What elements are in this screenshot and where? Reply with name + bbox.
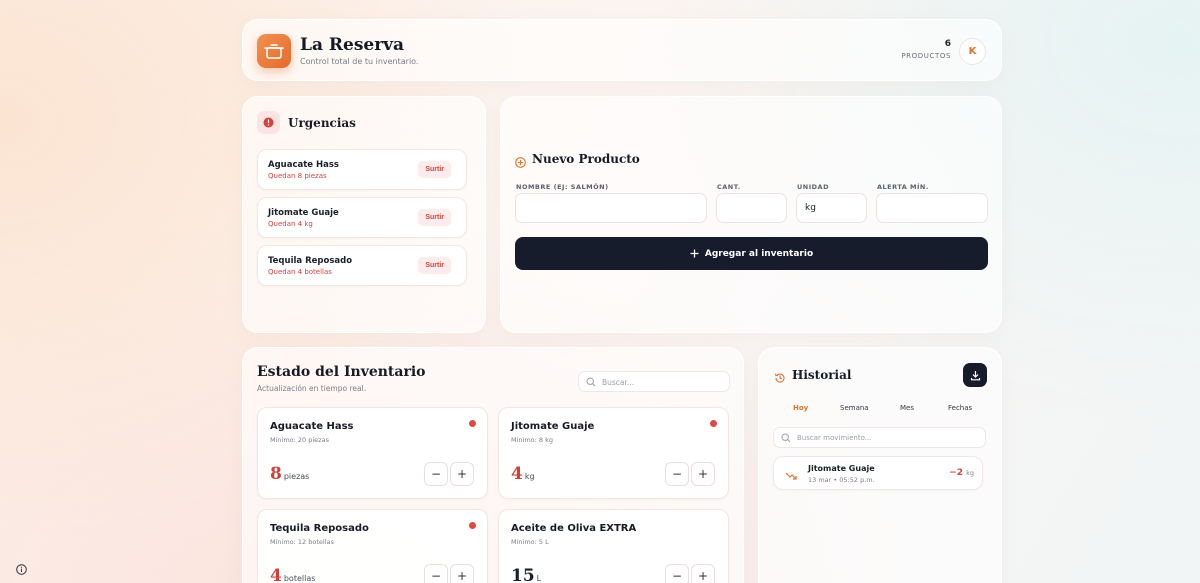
download-button[interactable] — [963, 363, 987, 387]
search-placeholder: Buscar... — [602, 378, 635, 387]
product-qty: 8 piezas — [270, 464, 310, 484]
historial-title: Historial — [792, 368, 852, 382]
urgencias-panel: Urgencias Aguacate Hass Quedan 8 piezas … — [242, 96, 486, 333]
historial-panel: Historial Hoy Semana Mes Fechas Buscar m… — [758, 347, 1002, 583]
user-avatar[interactable]: K — [959, 38, 986, 65]
urgencia-qty: Quedan 4 botellas — [268, 268, 332, 276]
inventory-search-input[interactable]: Buscar... — [578, 371, 730, 392]
urgencia-qty: Quedan 8 piezas — [268, 172, 327, 180]
urgencia-name: Jitomate Guaje — [268, 208, 339, 218]
product-min: Mínimo: 8 kg — [511, 436, 553, 444]
low-stock-indicator — [710, 420, 717, 427]
product-min: Mínimo: 12 botellas — [270, 538, 334, 546]
decrement-button[interactable]: − — [665, 564, 689, 583]
product-count: 6 — [944, 39, 951, 49]
urgencia-item: Aguacate Hass Quedan 8 piezas Surtir — [257, 149, 467, 190]
movement-name: Jitomate Guaje — [808, 464, 875, 473]
app-subtitle: Control total de tu inventario. — [300, 57, 419, 66]
search-icon — [781, 433, 791, 443]
qty-input[interactable] — [716, 193, 787, 223]
qty-label: CANT. — [717, 183, 741, 191]
urgencia-item: Jitomate Guaje Quedan 4 kg Surtir — [257, 197, 467, 238]
unit-input[interactable] — [796, 193, 867, 223]
product-min: Mínimo: 5 L — [511, 538, 549, 546]
history-search-input[interactable]: Buscar movimiento... — [773, 427, 986, 448]
product-name: Aguacate Hass — [270, 421, 354, 432]
product-qty: 4 botellas — [270, 566, 316, 583]
increment-button[interactable]: + — [691, 564, 715, 583]
urgencia-qty: Quedan 4 kg — [268, 220, 313, 228]
plus-icon — [690, 249, 699, 258]
surtir-button[interactable]: Surtir — [418, 257, 451, 274]
tab-fechas[interactable]: Fechas — [948, 404, 972, 412]
plus-circle-icon — [515, 153, 526, 172]
name-input[interactable] — [515, 193, 707, 223]
product-card: Jitomate Guaje Mínimo: 8 kg 4 kg − + — [498, 407, 729, 499]
product-card: Aceite de Oliva EXTRA Mínimo: 5 L 15 L − … — [498, 509, 729, 583]
urgencia-name: Aguacate Hass — [268, 160, 339, 170]
increment-button[interactable]: + — [691, 462, 715, 486]
product-card: Aguacate Hass Mínimo: 20 piezas 8 piezas … — [257, 407, 488, 499]
surtir-button[interactable]: Surtir — [418, 161, 451, 178]
unit-label: UNIDAD — [797, 183, 829, 191]
add-button-label: Agregar al inventario — [704, 248, 814, 259]
product-qty: 15 L — [511, 566, 542, 583]
movement-time: 13 mar • 05:52 p.m. — [808, 476, 875, 484]
inventario-subtitle: Actualización en tiempo real. — [257, 384, 367, 393]
movement-value: −2 kg — [949, 468, 974, 478]
urgencia-item: Tequila Reposado Quedan 4 botellas Surti… — [257, 245, 467, 286]
alert-label: ALERTA MÍN. — [877, 183, 929, 191]
alert-input[interactable] — [876, 193, 988, 223]
product-qty: 4 kg — [511, 464, 535, 484]
product-name: Tequila Reposado — [270, 523, 369, 534]
decrement-button[interactable]: − — [424, 462, 448, 486]
urgencias-title: Urgencias — [288, 116, 356, 130]
history-icon — [774, 369, 786, 388]
info-icon[interactable] — [16, 560, 27, 579]
product-min: Mínimo: 20 piezas — [270, 436, 329, 444]
app-header: La Reserva Control total de tu inventari… — [242, 19, 1002, 81]
increment-button[interactable]: + — [450, 462, 474, 486]
search-placeholder: Buscar movimiento... — [797, 434, 872, 442]
download-icon — [970, 370, 980, 380]
inventario-panel: Estado del Inventario Actualización en t… — [242, 347, 744, 583]
name-label: NOMBRE (EJ: SALMÓN) — [516, 183, 609, 191]
product-name: Jitomate Guaje — [511, 421, 595, 432]
urgencia-name: Tequila Reposado — [268, 256, 353, 266]
add-to-inventory-button[interactable]: Agregar al inventario — [515, 237, 988, 270]
nuevo-producto-title: Nuevo Producto — [532, 152, 640, 166]
product-card: Tequila Reposado Mínimo: 12 botellas 4 bo… — [257, 509, 488, 583]
movement-item: Jitomate Guaje 13 mar • 05:52 p.m. −2 kg — [773, 456, 983, 490]
trend-down-icon — [785, 467, 797, 486]
decrement-button[interactable]: − — [424, 564, 448, 583]
alert-icon — [257, 111, 280, 134]
low-stock-indicator — [469, 420, 476, 427]
product-count-label: PRODUCTOS — [901, 52, 951, 60]
low-stock-indicator — [469, 522, 476, 529]
inventario-title: Estado del Inventario — [257, 364, 426, 380]
app-title: La Reserva — [300, 35, 405, 55]
increment-button[interactable]: + — [450, 564, 474, 583]
tab-mes[interactable]: Mes — [900, 404, 914, 412]
tab-hoy[interactable]: Hoy — [793, 404, 808, 412]
nuevo-producto-panel: Nuevo Producto NOMBRE (EJ: SALMÓN) CANT.… — [500, 96, 1002, 333]
pot-icon — [257, 34, 291, 68]
search-icon — [586, 377, 596, 387]
product-name: Aceite de Oliva EXTRA — [511, 523, 637, 534]
surtir-button[interactable]: Surtir — [418, 209, 451, 226]
tab-semana[interactable]: Semana — [840, 404, 869, 412]
decrement-button[interactable]: − — [665, 462, 689, 486]
